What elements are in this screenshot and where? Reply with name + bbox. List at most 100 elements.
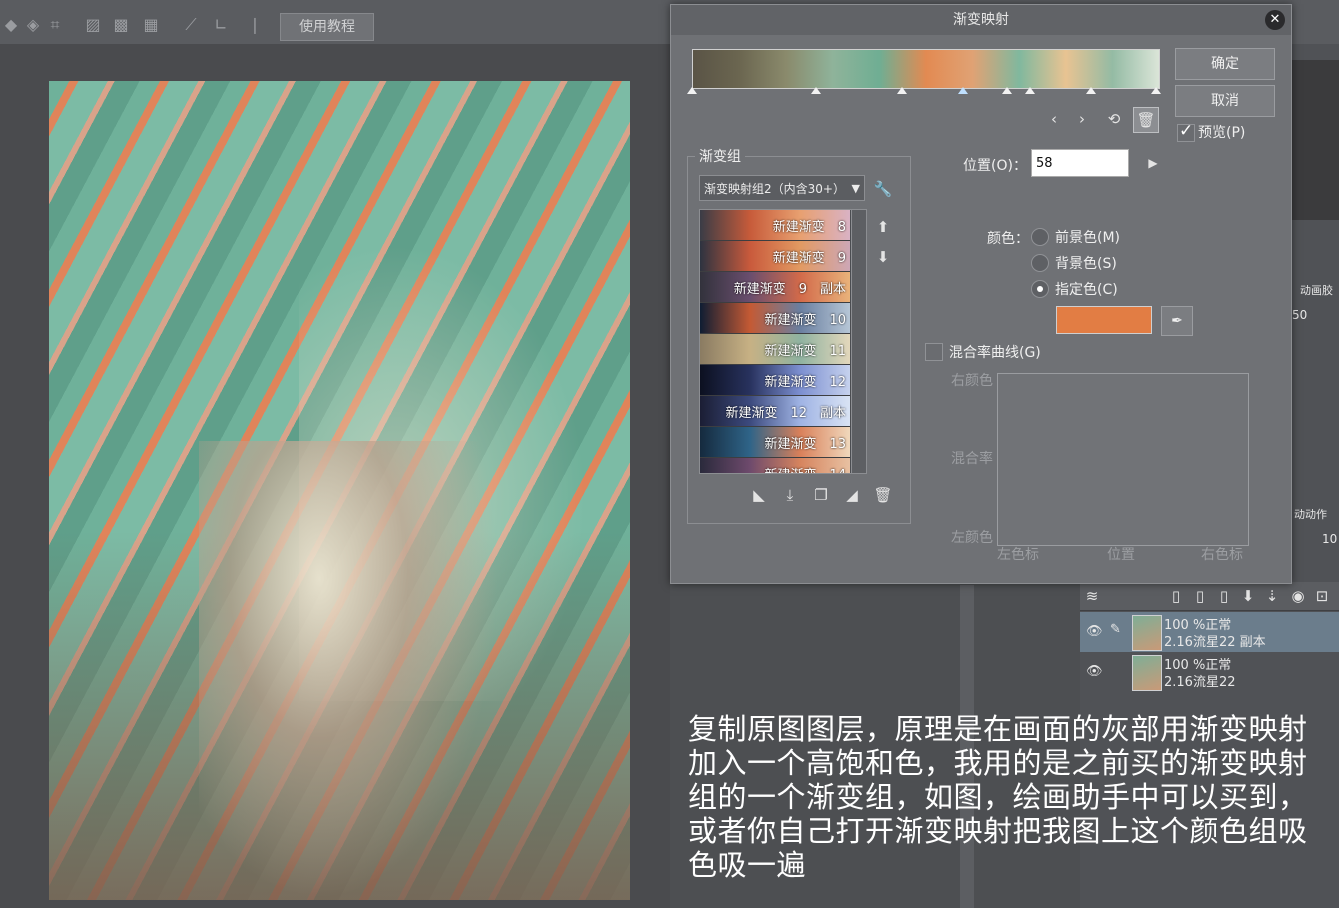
gradient-map-dialog: 渐变映射 ✕ 确定 取消 预览(P) ‹ › ⟲ 🗑 渐变组 渐变映射组2（内含…	[670, 4, 1292, 584]
chevron-left-icon[interactable]: ‹	[1042, 107, 1066, 131]
new-folder-icon[interactable]: ▯	[1212, 584, 1236, 608]
close-icon[interactable]: ✕	[1265, 10, 1285, 30]
layer-name: 2.16流星22 副本	[1164, 635, 1266, 650]
caption-text: 复制原图图层，原理是在画面的灰部用渐变映射加入一个高饱和色，我用的是之前买的渐变…	[688, 712, 1308, 882]
transfer-icon[interactable]: ⇣	[1260, 584, 1284, 608]
layer-row[interactable]: 👁 ✎ 100 %正常 2.16流星22 副本	[1080, 612, 1339, 652]
gradient-stop-selected[interactable]	[958, 87, 968, 94]
position-label: 位置(O)：	[963, 158, 1027, 174]
gradient-stop[interactable]	[1086, 87, 1096, 94]
artwork-canvas[interactable]	[49, 81, 630, 900]
eraser-icon[interactable]: ◆	[0, 14, 22, 36]
background-radio[interactable]	[1031, 254, 1049, 272]
duplicate-icon[interactable]: ❐	[809, 483, 833, 507]
merge-down-icon[interactable]: ⬇	[1236, 584, 1260, 608]
add-gradient-icon[interactable]: ◣	[747, 483, 771, 507]
color-label: 颜色：	[987, 231, 1029, 247]
layers-icon[interactable]: ≋	[1080, 584, 1104, 608]
gradient-stop[interactable]	[1002, 87, 1012, 94]
curve-blend-label: 混合率	[951, 451, 993, 467]
caret-right-icon[interactable]: ▶	[1141, 151, 1165, 175]
ruler2-icon[interactable]: ∟	[210, 14, 232, 36]
foreground-label: 前景色(M)	[1055, 230, 1121, 246]
gradient-list-item-label: 新建渐变 10	[764, 313, 846, 328]
gradient-list-item[interactable]: 新建渐变 13	[700, 427, 850, 458]
gradient-list-item-label: 新建渐变 9	[772, 251, 846, 266]
blend-curve-graph	[997, 373, 1249, 546]
delete-stop-icon[interactable]: 🗑	[1133, 107, 1159, 133]
curve-right-marker-label: 右色标	[1201, 547, 1243, 563]
gradient-preview-bar[interactable]	[692, 49, 1160, 89]
hatch-icon[interactable]: ▨	[82, 14, 104, 36]
gradient-list-item[interactable]: 新建渐变 10	[700, 303, 850, 334]
curve-position-label: 位置	[1107, 547, 1135, 563]
gradient-stop[interactable]	[811, 87, 821, 94]
blend-curve-label: 混合率曲线(G)	[949, 345, 1041, 361]
pen-icon[interactable]: ❘	[244, 14, 266, 36]
curve-left-marker-label: 左色标	[997, 547, 1039, 563]
specified-color-radio[interactable]	[1031, 280, 1049, 298]
new-set-icon[interactable]: ◢	[840, 483, 864, 507]
curve-left-color-label: 左颜色	[951, 530, 993, 546]
gradient-set-select[interactable]: 渐变映射组2（内含30+） ▼	[699, 175, 865, 201]
value-10[interactable]: 10	[1322, 532, 1337, 546]
arrow-up-icon[interactable]: ⬆	[871, 215, 895, 239]
gradient-list-item-label: 新建渐变 8	[772, 220, 846, 235]
gradient-list[interactable]: 新建渐变 8 新建渐变 9 新建渐变 9 副本 新建渐变 10 新建渐变 11 新建渐变 …	[699, 209, 853, 474]
layer-row[interactable]: 👁 100 %正常 2.16流星22	[1080, 652, 1339, 692]
chevron-down-icon: ▼	[851, 182, 860, 195]
new-vector-icon[interactable]: ▯	[1188, 584, 1212, 608]
specified-color-label: 指定色(C)	[1055, 282, 1118, 298]
gradient-list-item[interactable]: 新建渐变 9 副本	[700, 272, 850, 303]
gradient-list-item[interactable]: 新建渐变 14	[700, 458, 850, 473]
new-layer-icon[interactable]: ▯	[1164, 584, 1188, 608]
trash-icon[interactable]: 🗑	[871, 483, 895, 507]
gradient-stop[interactable]	[687, 87, 697, 94]
flip-gradient-icon[interactable]: ⟲	[1102, 107, 1126, 131]
background-label: 背景色(S)	[1055, 256, 1117, 272]
gradient-stops	[687, 87, 1161, 99]
gradient-list-item[interactable]: 新建渐变 12	[700, 365, 850, 396]
foreground-radio[interactable]	[1031, 228, 1049, 246]
arrow-down-icon[interactable]: ⬇	[871, 245, 895, 269]
brush-icon: ✎	[1110, 622, 1121, 637]
gradient-stop[interactable]	[1025, 87, 1035, 94]
gradient-list-item-label: 新建渐变 13	[764, 437, 846, 452]
gradient-list-item[interactable]: 新建渐变 8	[700, 210, 850, 241]
preview-checkbox[interactable]	[1177, 121, 1195, 142]
anim-label: 动画胶	[1300, 284, 1333, 297]
ruler-icon[interactable]: ⟋	[180, 14, 202, 36]
tone-icon[interactable]: ▩	[110, 14, 132, 36]
artwork-figure	[199, 441, 499, 900]
gradient-list-item[interactable]: 新建渐变 12 副本	[700, 396, 850, 427]
layer-thumbnail	[1132, 655, 1162, 691]
fill-icon[interactable]: ◈	[22, 14, 44, 36]
mask-icon[interactable]: ◉	[1286, 584, 1310, 608]
tutorial-button[interactable]: 使用教程	[280, 13, 374, 41]
wrench-icon[interactable]: 🔧	[871, 177, 895, 201]
curve-right-color-label: 右颜色	[951, 373, 993, 389]
blend-curve-checkbox[interactable]	[925, 343, 943, 361]
import-icon[interactable]: ⤓	[778, 483, 802, 507]
eye-icon[interactable]: 👁	[1086, 664, 1104, 680]
color-swatch[interactable]	[1056, 306, 1152, 334]
eye-icon[interactable]: 👁	[1086, 624, 1104, 640]
gradient-list-scrollbar[interactable]	[851, 209, 867, 474]
ok-button[interactable]: 确定	[1175, 48, 1275, 80]
transform-icon[interactable]: ⌗	[44, 14, 66, 36]
position-input[interactable]: 58	[1031, 149, 1129, 177]
cancel-button[interactable]: 取消	[1175, 85, 1275, 117]
layer-thumbnail	[1132, 615, 1162, 651]
value-50[interactable]: 50	[1292, 308, 1307, 322]
preview-label: 预览(P)	[1198, 125, 1246, 141]
grid-icon[interactable]: ▦	[140, 14, 162, 36]
gradient-list-item[interactable]: 新建渐变 11	[700, 334, 850, 365]
eyedropper-icon[interactable]: ✒	[1161, 306, 1193, 336]
chevron-right-icon[interactable]: ›	[1070, 107, 1094, 131]
motion-label: 动动作	[1294, 508, 1327, 521]
gradient-list-item[interactable]: 新建渐变 9	[700, 241, 850, 272]
layers-toolbar: ≋ ▯ ▯ ▯ ⬇ ⇣ ◉ ⊡	[1080, 582, 1339, 611]
gradient-stop[interactable]	[897, 87, 907, 94]
clip-icon[interactable]: ⊡	[1310, 584, 1334, 608]
gradient-stop[interactable]	[1151, 87, 1161, 94]
